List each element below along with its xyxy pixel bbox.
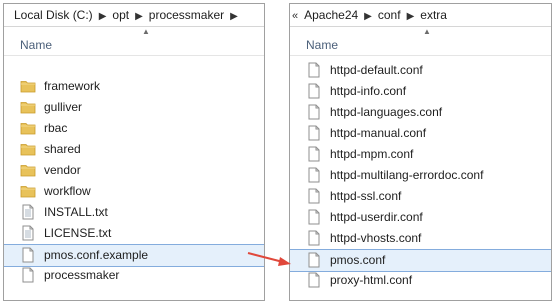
list-item-label: INSTALL.txt: [44, 205, 108, 219]
list-item-license-txt[interactable]: LICENSE.txt: [4, 223, 264, 244]
file-icon: [20, 267, 36, 283]
breadcrumb-apache24[interactable]: Apache24: [304, 8, 358, 22]
list-item-gulliver[interactable]: gulliver: [4, 97, 264, 118]
file-icon: [306, 125, 322, 141]
name-column-header[interactable]: Name: [306, 38, 338, 52]
sort-ascending-icon: ▲: [423, 27, 431, 36]
list-item-label: httpd-mpm.conf: [330, 147, 414, 161]
list-item-label: httpd-vhosts.conf: [330, 231, 422, 245]
file-icon: [306, 62, 322, 78]
list-item-label: shared: [44, 142, 81, 156]
folder-icon: [20, 162, 36, 178]
transfer-arrow-icon: [247, 252, 291, 266]
list-item-httpd-mpm-conf[interactable]: httpd-mpm.conf: [290, 144, 551, 165]
breadcrumb-overflow-icon[interactable]: «: [292, 10, 298, 22]
breadcrumb-chevron-icon[interactable]: ▶: [99, 11, 107, 22]
address-bar[interactable]: « Apache24 ▶ conf ▶ extra: [290, 4, 551, 27]
file-icon: [306, 104, 322, 120]
file-icon: [306, 146, 322, 162]
list-item-label: pmos.conf.example: [44, 248, 149, 262]
list-item-label: workflow: [44, 184, 91, 198]
breadcrumb-chevron-icon[interactable]: ▶: [135, 11, 143, 22]
list-item-install-txt[interactable]: INSTALL.txt: [4, 202, 264, 223]
address-bar[interactable]: Local Disk (C:) ▶ opt ▶ processmaker ▶: [4, 4, 264, 27]
breadcrumb-extra[interactable]: extra: [420, 8, 447, 22]
list-item-httpd-userdir-conf[interactable]: httpd-userdir.conf: [290, 207, 551, 228]
breadcrumb-conf[interactable]: conf: [378, 8, 401, 22]
list-item-label: httpd-languages.conf: [330, 105, 443, 119]
sort-ascending-icon: ▲: [142, 27, 150, 36]
list-item-processmaker[interactable]: processmaker: [4, 265, 264, 286]
list-item-label: pmos.conf: [330, 253, 386, 267]
list-item-label: httpd-userdir.conf: [330, 210, 423, 224]
file-icon: [306, 188, 322, 204]
column-header-row: ▲ Name: [290, 27, 551, 56]
list-item-label: processmaker: [44, 268, 120, 282]
right-explorer-pane: « Apache24 ▶ conf ▶ extra ▲ Name httpd-defaul…: [289, 3, 552, 301]
file-icon: [20, 247, 36, 263]
list-item-pmos-conf[interactable]: pmos.conf: [290, 249, 551, 272]
list-item-label: httpd-multilang-errordoc.conf: [330, 168, 484, 182]
list-item-httpd-ssl-conf[interactable]: httpd-ssl.conf: [290, 186, 551, 207]
folder-icon: [20, 78, 36, 94]
file-icon: [306, 167, 322, 183]
breadcrumb-processmaker[interactable]: processmaker: [149, 8, 224, 22]
list-item-rbac[interactable]: rbac: [4, 118, 264, 139]
list-item-httpd-multilang-errordoc-conf[interactable]: httpd-multilang-errordoc.conf: [290, 165, 551, 186]
file-icon: [306, 83, 322, 99]
list-item-pmos-conf-example[interactable]: pmos.conf.example: [4, 244, 264, 267]
left-explorer-pane: Local Disk (C:) ▶ opt ▶ processmaker ▶ ▲ Name…: [3, 3, 265, 301]
list-item-vendor[interactable]: vendor: [4, 160, 264, 181]
folder-icon: [20, 99, 36, 115]
list-item-proxy-html-conf[interactable]: proxy-html.conf: [290, 270, 551, 291]
breadcrumb-chevron-icon[interactable]: ▶: [364, 11, 372, 22]
list-item-label: httpd-ssl.conf: [330, 189, 402, 203]
breadcrumb-chevron-icon[interactable]: ▶: [230, 11, 238, 22]
list-item-label: vendor: [44, 163, 81, 177]
breadcrumb-local-disk[interactable]: Local Disk (C:): [14, 8, 93, 22]
list-item-label: rbac: [44, 121, 68, 135]
file-icon: [306, 272, 322, 288]
folder-icon: [20, 120, 36, 136]
folder-icon: [20, 183, 36, 199]
list-item-shared[interactable]: shared: [4, 139, 264, 160]
list-item-label: LICENSE.txt: [44, 226, 112, 240]
list-item-httpd-languages-conf[interactable]: httpd-languages.conf: [290, 102, 551, 123]
list-item-workflow[interactable]: workflow: [4, 181, 264, 202]
text-file-icon: [20, 225, 36, 241]
list-item-httpd-default-conf[interactable]: httpd-default.conf: [290, 60, 551, 81]
list-item-httpd-vhosts-conf[interactable]: httpd-vhosts.conf: [290, 228, 551, 249]
file-icon: [306, 230, 322, 246]
list-item-label: httpd-default.conf: [330, 63, 423, 77]
column-header-row: ▲ Name: [4, 27, 264, 56]
file-icon: [306, 252, 322, 268]
list-item-label: framework: [44, 79, 101, 93]
list-item-label: httpd-info.conf: [330, 84, 407, 98]
text-file-icon: [20, 204, 36, 220]
folder-icon: [20, 141, 36, 157]
breadcrumb-chevron-icon[interactable]: ▶: [407, 11, 415, 22]
list-item-framework[interactable]: framework: [4, 76, 264, 97]
name-column-header[interactable]: Name: [20, 38, 52, 52]
list-item-httpd-manual-conf[interactable]: httpd-manual.conf: [290, 123, 551, 144]
list-item-label: gulliver: [44, 100, 83, 114]
file-icon: [306, 209, 322, 225]
list-item-httpd-info-conf[interactable]: httpd-info.conf: [290, 81, 551, 102]
breadcrumb-opt[interactable]: opt: [112, 8, 129, 22]
list-item-label: httpd-manual.conf: [330, 126, 427, 140]
list-item-label: proxy-html.conf: [330, 273, 413, 287]
